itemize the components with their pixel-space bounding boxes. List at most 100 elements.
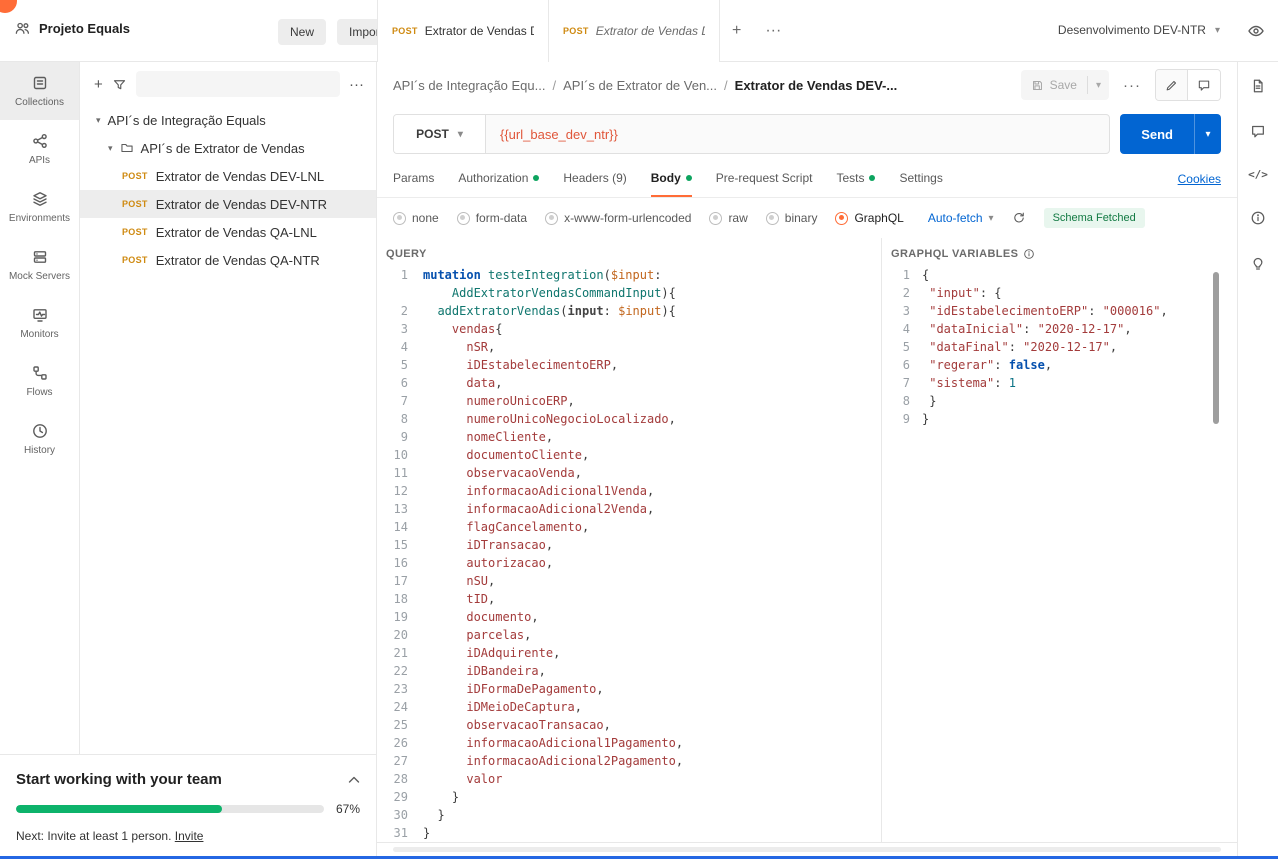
- line-content: }: [922, 394, 937, 408]
- body-type-binary[interactable]: binary: [765, 211, 817, 225]
- line-content: numeroUnicoERP,: [466, 394, 575, 408]
- graphql-variables-editor[interactable]: 1{2 "input": {3 "idEstabelecimentoERP": …: [882, 266, 1237, 842]
- code-line: 11 observacaoVenda,: [377, 464, 881, 482]
- left-icon-rail: Collections APIs Environments Mock Servers M…: [0, 62, 80, 856]
- collection-root-label: API´s de Integração Equals: [107, 112, 266, 128]
- tab-params[interactable]: Params: [393, 160, 434, 197]
- body-type-x-www-form-urlencoded[interactable]: x-www-form-urlencoded: [545, 211, 691, 225]
- collections-sidebar: + ··· ▾ API´s de Integração Equals ▾ API…: [80, 62, 377, 856]
- method-chip: POST: [122, 227, 148, 237]
- request-tab-1[interactable]: POST Extrator de Vendas DEV: [378, 0, 549, 62]
- rail-item-history[interactable]: History: [0, 410, 79, 468]
- line-content: numeroUnicoNegocioLocalizado,: [466, 412, 676, 426]
- tab-tests[interactable]: Tests: [836, 160, 876, 197]
- rail-item-mock-servers[interactable]: Mock Servers: [0, 236, 79, 294]
- line-content: iDFormaDePagamento,: [466, 682, 604, 696]
- info-icon: [1024, 249, 1035, 259]
- scrollbar-thumb[interactable]: [1213, 272, 1219, 424]
- environment-name: Desenvolvimento DEV-NTR: [1057, 23, 1206, 37]
- body-type-none[interactable]: none: [393, 211, 439, 225]
- edit-pencil-icon[interactable]: [1156, 70, 1188, 100]
- breadcrumb-request[interactable]: Extrator de Vendas DEV-...: [735, 78, 898, 93]
- body-type-graphql[interactable]: GraphQL: [835, 211, 904, 225]
- new-button[interactable]: New: [278, 19, 327, 45]
- tab-authorization[interactable]: Authorization: [458, 160, 540, 197]
- code-line: 1 mutation testeIntegration($input:: [377, 266, 881, 284]
- request-more-actions-icon[interactable]: ···: [1123, 77, 1141, 94]
- autofetch-dropdown[interactable]: Auto-fetch ▾: [928, 211, 994, 225]
- variables-pane-label: GRAPHQL VARIABLES: [891, 248, 1019, 260]
- sidebar-more-icon[interactable]: ···: [349, 76, 364, 93]
- tab-body[interactable]: Body: [650, 160, 692, 197]
- line-number: 27: [393, 754, 408, 768]
- line-content: flagCancelamento,: [466, 520, 590, 534]
- request-tab-strip: POST Extrator de Vendas DEV POST Extrato…: [377, 0, 793, 62]
- line-number: 17: [393, 574, 408, 588]
- breadcrumb-collection[interactable]: API´s de Integração Equ...: [393, 78, 545, 93]
- code-line: AddExtratorVendasCommandInput){: [377, 284, 881, 302]
- tab-settings[interactable]: Settings: [899, 160, 942, 197]
- line-number: 16: [393, 556, 408, 570]
- collection-folder[interactable]: ▾ API´s de Extrator de Vendas: [80, 134, 376, 162]
- new-tab-button[interactable]: +: [720, 0, 753, 62]
- body-type-raw[interactable]: raw: [709, 211, 748, 225]
- line-content: "dataInicial": "2020-12-17",: [929, 322, 1132, 336]
- tab-headers-9-[interactable]: Headers (9): [563, 160, 626, 197]
- comment-icon[interactable]: [1188, 70, 1220, 100]
- sidebar-request-item[interactable]: POST Extrator de Vendas DEV-NTR: [80, 190, 376, 218]
- collection-root[interactable]: ▾ API´s de Integração Equals: [80, 106, 376, 134]
- rail-item-environments[interactable]: Environments: [0, 178, 79, 236]
- chevron-down-icon: ▾: [96, 114, 101, 125]
- documentation-icon[interactable]: [1250, 78, 1266, 94]
- rail-item-monitors[interactable]: Monitors: [0, 294, 79, 352]
- code-snippet-icon[interactable]: </>: [1248, 168, 1268, 181]
- radio-icon: [456, 211, 470, 225]
- onboarding-title: Start working with your team: [16, 771, 222, 788]
- rail-item-collections[interactable]: Collections: [0, 62, 79, 120]
- request-name: Extrator de Vendas DEV-LNL: [155, 168, 325, 184]
- chevron-down-icon: ▾: [108, 142, 113, 153]
- tab-pre-request-script[interactable]: Pre-request Script: [716, 160, 813, 197]
- line-number: [377, 284, 423, 302]
- url-input[interactable]: {{url_base_dev_ntr}}: [486, 115, 1109, 153]
- refresh-schema-icon[interactable]: [1012, 211, 1026, 225]
- save-button[interactable]: Save ▾: [1020, 70, 1109, 100]
- filter-icon[interactable]: [112, 77, 127, 92]
- invite-link[interactable]: Invite: [175, 829, 204, 843]
- cookies-link[interactable]: Cookies: [1178, 172, 1221, 186]
- info-icon[interactable]: [1250, 210, 1266, 226]
- sidebar-request-item[interactable]: POST Extrator de Vendas QA-NTR: [80, 246, 376, 274]
- horizontal-scrollbar[interactable]: [393, 847, 1221, 852]
- body-type-form-data[interactable]: form-data: [456, 211, 527, 225]
- request-tab-2[interactable]: POST Extrator de Vendas DEV: [549, 0, 720, 62]
- add-collection-button[interactable]: +: [94, 76, 103, 93]
- collapse-card-icon[interactable]: [348, 776, 360, 784]
- save-options-icon[interactable]: ▾: [1088, 80, 1109, 91]
- line-content: data,: [466, 376, 503, 390]
- workspace-switcher[interactable]: Projeto Equals: [14, 20, 130, 37]
- graphql-query-editor[interactable]: 1 mutation testeIntegration($input: AddEx…: [377, 266, 881, 842]
- environment-quick-look-icon[interactable]: [1247, 22, 1265, 40]
- comments-icon[interactable]: [1250, 123, 1266, 139]
- environment-selector[interactable]: Desenvolvimento DEV-NTR ▾: [1058, 23, 1220, 37]
- send-options-icon[interactable]: ▾: [1194, 114, 1221, 154]
- send-button[interactable]: Send: [1120, 114, 1194, 154]
- tab-label: Headers (9): [563, 170, 627, 185]
- sidebar-search-input[interactable]: [135, 71, 340, 97]
- code-line: 26 informacaoAdicional1Pagamento,: [377, 734, 881, 752]
- rail-item-flows[interactable]: Flows: [0, 352, 79, 410]
- method-select[interactable]: POST ▾: [394, 115, 486, 153]
- sidebar-request-item[interactable]: POST Extrator de Vendas DEV-LNL: [80, 162, 376, 190]
- code-line: 21 iDAdquirente,: [377, 644, 881, 662]
- code-line: 1{: [882, 266, 1237, 284]
- lightbulb-icon[interactable]: [1250, 255, 1266, 271]
- tab-options-icon[interactable]: ···: [753, 0, 793, 62]
- flows-icon: [31, 364, 49, 382]
- rail-item-apis[interactable]: APIs: [0, 120, 79, 178]
- sidebar-request-item[interactable]: POST Extrator de Vendas QA-LNL: [80, 218, 376, 246]
- line-content: addExtratorVendas(input: $input){: [437, 304, 676, 318]
- postman-logo[interactable]: [0, 0, 17, 13]
- breadcrumb-folder[interactable]: API´s de Extrator de Ven...: [563, 78, 717, 93]
- chevron-down-icon: ▾: [457, 128, 463, 140]
- code-line: 28 valor: [377, 770, 881, 788]
